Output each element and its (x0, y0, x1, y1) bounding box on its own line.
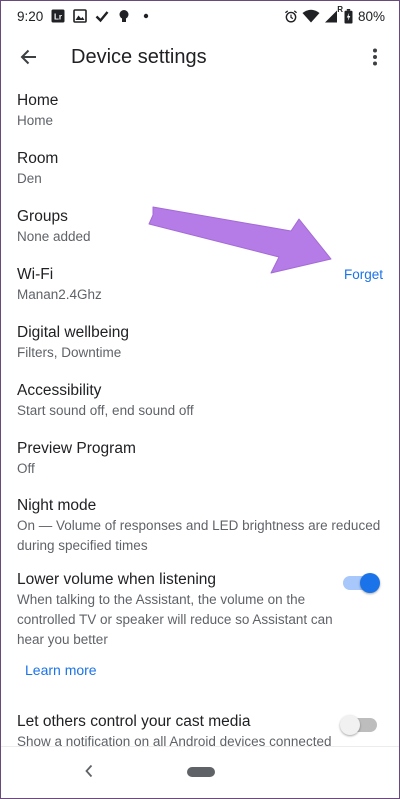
status-bar: 9:20 Lr R 80% (1, 1, 399, 31)
more-vert-icon (372, 48, 378, 66)
page-title: Device settings (71, 45, 207, 68)
setting-title: Let others control your cast media (17, 713, 251, 730)
check-icon (95, 9, 109, 23)
setting-subtitle: Home (17, 113, 54, 128)
setting-lower-volume[interactable]: Lower volume when listening When talking… (1, 570, 399, 650)
navigation-bar (1, 746, 399, 798)
setting-title: Accessibility (17, 382, 102, 399)
setting-subtitle: On — Volume of responses and LED brightn… (17, 518, 381, 553)
setting-subtitle: None added (17, 229, 91, 244)
signal-roaming-label: R (337, 5, 343, 14)
setting-subtitle: When talking to the Assistant, the volum… (17, 592, 333, 647)
setting-accessibility[interactable]: Accessibility Start sound off, end sound… (1, 381, 399, 421)
nav-home-pill[interactable] (187, 767, 215, 777)
setting-subtitle: Filters, Downtime (17, 345, 122, 360)
setting-subtitle: Manan2.4Ghz (17, 287, 102, 302)
setting-home[interactable]: Home Home (1, 91, 399, 131)
dot-icon (139, 9, 153, 23)
setting-subtitle: Den (17, 171, 42, 186)
setting-preview-program[interactable]: Preview Program Off (1, 439, 399, 479)
setting-digital-wellbeing[interactable]: Digital wellbeing Filters, Downtime (1, 323, 399, 363)
setting-title: Digital wellbeing (17, 324, 130, 341)
arrow-left-icon (19, 47, 39, 67)
setting-title: Lower volume when listening (17, 571, 217, 588)
alarm-icon (284, 9, 298, 23)
setting-title: Preview Program (17, 440, 136, 457)
toggle-knob (340, 715, 360, 735)
setting-subtitle: Start sound off, end sound off (17, 403, 194, 418)
setting-subtitle: Off (17, 461, 35, 476)
setting-title: Room (17, 150, 59, 167)
bulb-icon (117, 9, 131, 23)
toggle-knob (360, 573, 380, 593)
wifi-icon (302, 9, 320, 23)
learn-more-link[interactable]: Learn more (25, 662, 97, 678)
setting-room[interactable]: Room Den (1, 149, 399, 189)
cast-control-toggle[interactable] (340, 715, 377, 735)
lower-volume-toggle[interactable] (343, 573, 380, 593)
signal-icon: R (324, 5, 343, 23)
photo-icon (73, 9, 88, 23)
setting-wifi[interactable]: Wi-Fi Manan2.4Ghz Forget (1, 265, 399, 305)
nav-back-button[interactable] (79, 761, 99, 781)
back-button[interactable] (1, 31, 57, 83)
setting-title: Home (17, 92, 59, 109)
phone-screen: 9:20 Lr R 80% Device settings Home Home … (0, 0, 400, 799)
forget-wifi-button[interactable]: Forget (344, 265, 383, 285)
more-options-button[interactable] (361, 43, 389, 71)
app-bar: Device settings (1, 31, 399, 83)
setting-groups[interactable]: Groups None added (1, 207, 399, 247)
status-time: 9:20 (17, 8, 44, 24)
svg-text:Lr: Lr (54, 13, 62, 22)
setting-title: Night mode (17, 497, 97, 514)
setting-title: Wi-Fi (17, 266, 54, 283)
lightroom-icon: Lr (51, 9, 65, 23)
setting-title: Groups (17, 208, 68, 225)
battery-percent: 80% (357, 8, 385, 24)
battery-icon (344, 8, 354, 23)
setting-night-mode[interactable]: Night mode On — Volume of responses and … (1, 496, 399, 556)
chevron-left-icon (84, 764, 94, 778)
